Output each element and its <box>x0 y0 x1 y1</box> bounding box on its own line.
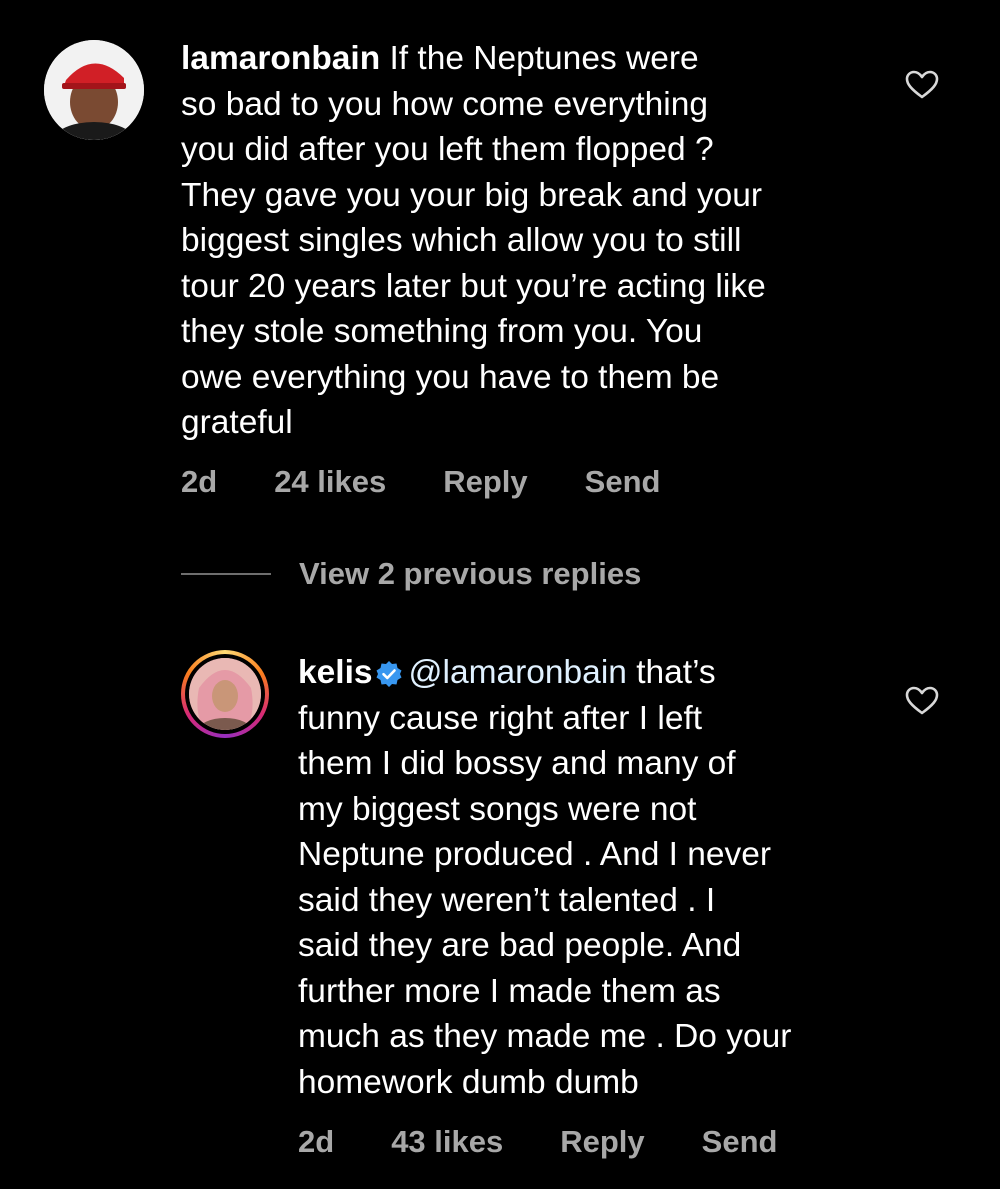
reply-button[interactable]: Reply <box>443 464 527 500</box>
user-avatar-icon <box>189 658 261 730</box>
user-avatar-icon <box>44 40 144 140</box>
comment-time: 2d <box>298 1124 335 1159</box>
like-heart-icon[interactable] <box>905 70 939 100</box>
comment-username[interactable]: lamaronbain <box>181 40 380 77</box>
like-heart-icon[interactable] <box>905 686 939 716</box>
avatar[interactable] <box>189 658 261 730</box>
verified-badge-icon <box>376 661 402 687</box>
story-ring-gap <box>185 654 265 734</box>
send-button[interactable]: Send <box>585 464 661 500</box>
comment-body: If the Neptunes were so bad to you how c… <box>181 40 766 441</box>
mention-link[interactable]: @lamaronbain <box>409 654 627 691</box>
avatar[interactable] <box>44 40 144 140</box>
comment-body: that’s funny cause right after I left th… <box>298 654 792 1101</box>
comment-meta: 2d 43 likes Reply Send <box>298 1124 834 1160</box>
likes-count[interactable]: 43 likes <box>391 1124 503 1160</box>
view-previous-replies[interactable]: View 2 previous replies <box>181 556 641 592</box>
replies-divider <box>181 573 271 575</box>
likes-count[interactable]: 24 likes <box>274 464 386 500</box>
comment-username[interactable]: kelis <box>298 654 373 691</box>
comment-time: 2d <box>181 464 218 499</box>
reply-button[interactable]: Reply <box>560 1124 644 1160</box>
story-ring[interactable] <box>181 650 269 738</box>
comment-text: lamaronbain If the Neptunes were so bad … <box>181 36 871 446</box>
comment-text: kelis @lamaronbain that’s funny cause rig… <box>298 650 878 1105</box>
comment-meta: 2d 24 likes Reply Send <box>181 464 717 500</box>
send-button[interactable]: Send <box>702 1124 778 1160</box>
view-replies-label[interactable]: View 2 previous replies <box>299 556 641 592</box>
